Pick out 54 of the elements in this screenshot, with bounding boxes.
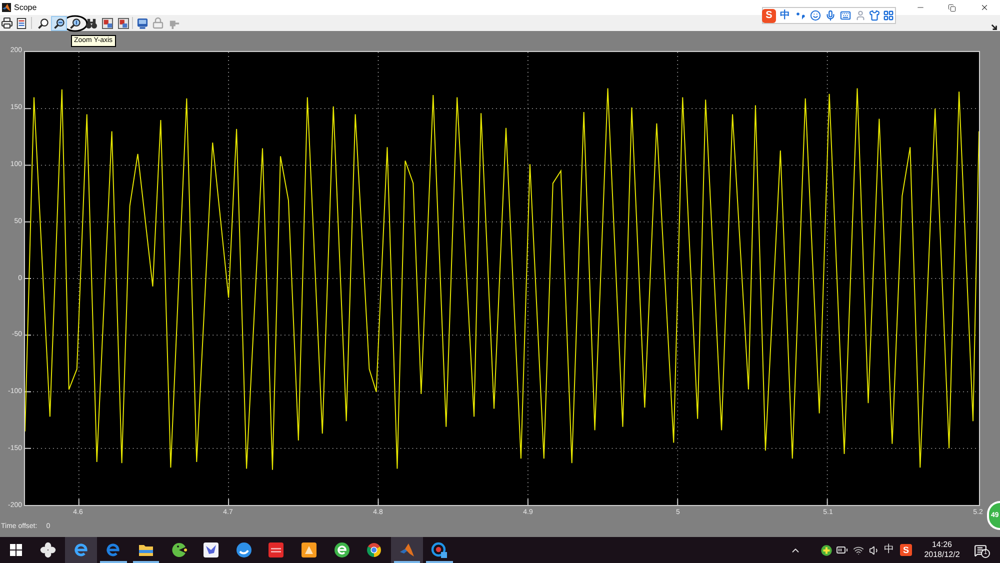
folder-icon — [138, 542, 154, 558]
window-panes-icon — [10, 544, 22, 556]
shirt-icon[interactable] — [869, 10, 880, 21]
close-icon — [980, 3, 988, 12]
microphone-icon[interactable] — [825, 10, 836, 21]
ime-logo[interactable]: S — [762, 8, 776, 22]
pinwheel-icon — [40, 542, 56, 558]
zoom-y-button[interactable] — [67, 16, 83, 30]
monitor-icon — [136, 18, 148, 28]
axes-document-icon — [118, 18, 128, 28]
speaker-icon[interactable] — [868, 544, 880, 556]
plus-circle-icon[interactable] — [820, 544, 832, 556]
e-logo-icon — [105, 542, 122, 558]
play-circle-icon — [431, 542, 448, 558]
pacman-icon — [170, 542, 187, 558]
binoculars-icon — [86, 18, 96, 28]
printer-icon — [1, 17, 13, 29]
app-tile-icon — [268, 542, 284, 558]
browser-icon — [366, 542, 382, 558]
magnifier-icon — [38, 18, 48, 28]
restore-axes-button[interactable] — [115, 16, 131, 30]
save-axes-button[interactable] — [99, 16, 115, 30]
clock-date: 2018/12/2 — [924, 550, 960, 560]
app-logo-icon — [2, 3, 11, 12]
document-icon — [16, 18, 26, 28]
battery-icon[interactable] — [836, 544, 848, 556]
dock-arrow-icon[interactable] — [991, 24, 998, 30]
zoom-x-button[interactable] — [51, 16, 67, 30]
input-mode-indicator[interactable]: 中 — [882, 544, 896, 556]
clock-time: 14:26 — [932, 540, 952, 550]
wifi-icon[interactable] — [852, 544, 864, 556]
e-circle-icon — [334, 542, 350, 558]
taskbar-app-button[interactable] — [64, 537, 98, 563]
app-tile-icon — [301, 542, 318, 558]
e-logo-icon — [72, 542, 89, 558]
parameters-button[interactable] — [14, 16, 28, 30]
zoom-button[interactable] — [35, 16, 51, 30]
axes-document-icon — [102, 18, 112, 28]
taskbar-app-button[interactable] — [390, 537, 424, 563]
chat-bubble-icon — [236, 542, 252, 558]
grid-icon[interactable] — [883, 10, 894, 21]
keyboard-icon[interactable] — [840, 10, 851, 21]
magnifier-icon — [70, 18, 80, 28]
ime-tray-logo[interactable]: S — [900, 544, 912, 556]
magnifier-icon — [54, 18, 64, 28]
bird-icon — [203, 542, 220, 558]
punctuation-icon[interactable] — [796, 11, 805, 20]
print-button[interactable] — [0, 16, 14, 30]
smiley-icon[interactable] — [810, 10, 821, 21]
window-title: Scope — [14, 2, 37, 12]
ime-mode-button[interactable]: 中 — [780, 10, 792, 22]
lock-icon — [152, 17, 164, 29]
peak-logo-icon — [398, 542, 415, 558]
restore-icon — [948, 4, 956, 12]
